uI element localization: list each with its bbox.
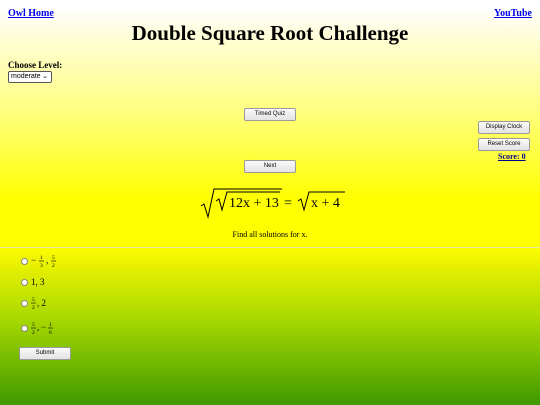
submit-button[interactable]: Submit (19, 347, 71, 360)
svg-text:, 2: , 2 (37, 298, 46, 308)
answer-option-3-radio[interactable] (21, 299, 28, 307)
answer-option-2[interactable]: 1, 3 (21, 275, 71, 289)
level-selected-value: moderate (11, 73, 41, 80)
svg-text:2: 2 (32, 330, 35, 335)
svg-text:1, 3: 1, 3 (31, 277, 45, 287)
svg-text:5: 5 (32, 297, 35, 303)
score-display: Score: 0 (498, 152, 526, 161)
svg-text:1: 1 (49, 322, 52, 328)
answer-option-4[interactable]: 5 2 , − 1 6 (21, 321, 71, 335)
svg-text:−: − (41, 322, 46, 332)
display-clock-button[interactable]: Display Clock (478, 121, 530, 134)
svg-text:5: 5 (52, 255, 55, 261)
instruction-text: Find all solutions for x. (232, 230, 308, 239)
svg-text:5: 5 (32, 322, 35, 328)
answer-option-1-radio[interactable] (21, 257, 28, 265)
chevron-down-icon: ⌄ (42, 73, 48, 80)
owl-home-link[interactable]: Owl Home (8, 8, 54, 19)
svg-text:6: 6 (49, 330, 52, 335)
timed-quiz-button[interactable]: Timed Quiz (244, 108, 296, 121)
answer-option-2-label: 1, 3 (31, 277, 45, 287)
next-button[interactable]: Next (244, 160, 296, 173)
answer-option-3[interactable]: 5 2 , 2 (21, 296, 71, 310)
divider (0, 247, 540, 248)
svg-text:2: 2 (52, 263, 55, 268)
answer-option-2-radio[interactable] (21, 278, 28, 286)
svg-text:,: , (46, 255, 48, 265)
level-label: Choose Level: (8, 60, 63, 70)
reset-score-button[interactable]: Reset Score (478, 138, 530, 151)
svg-text:2: 2 (32, 305, 35, 310)
answer-option-1-label: − 1 3 , 5 2 (31, 255, 56, 268)
youtube-link[interactable]: YouTube (494, 8, 532, 19)
svg-text:−: − (31, 255, 36, 265)
answer-option-4-radio[interactable] (21, 324, 28, 332)
svg-text:3: 3 (40, 263, 43, 268)
page-title: Double Square Root Challenge (131, 21, 409, 45)
level-select[interactable]: moderate ⌄ (8, 71, 52, 83)
answer-option-4-label: 5 2 , − 1 6 (31, 322, 53, 335)
equation: 12x + 13 = x + 4 (200, 188, 345, 219)
answer-option-1[interactable]: − 1 3 , 5 2 (21, 254, 71, 268)
answer-option-3-label: 5 2 , 2 (31, 297, 46, 310)
svg-text:1: 1 (40, 255, 43, 261)
svg-text:,: , (37, 322, 39, 332)
equals-sign: = (284, 196, 292, 211)
inner-radicand: 12x + 13 (229, 196, 279, 211)
rhs-radicand: x + 4 (311, 196, 340, 211)
